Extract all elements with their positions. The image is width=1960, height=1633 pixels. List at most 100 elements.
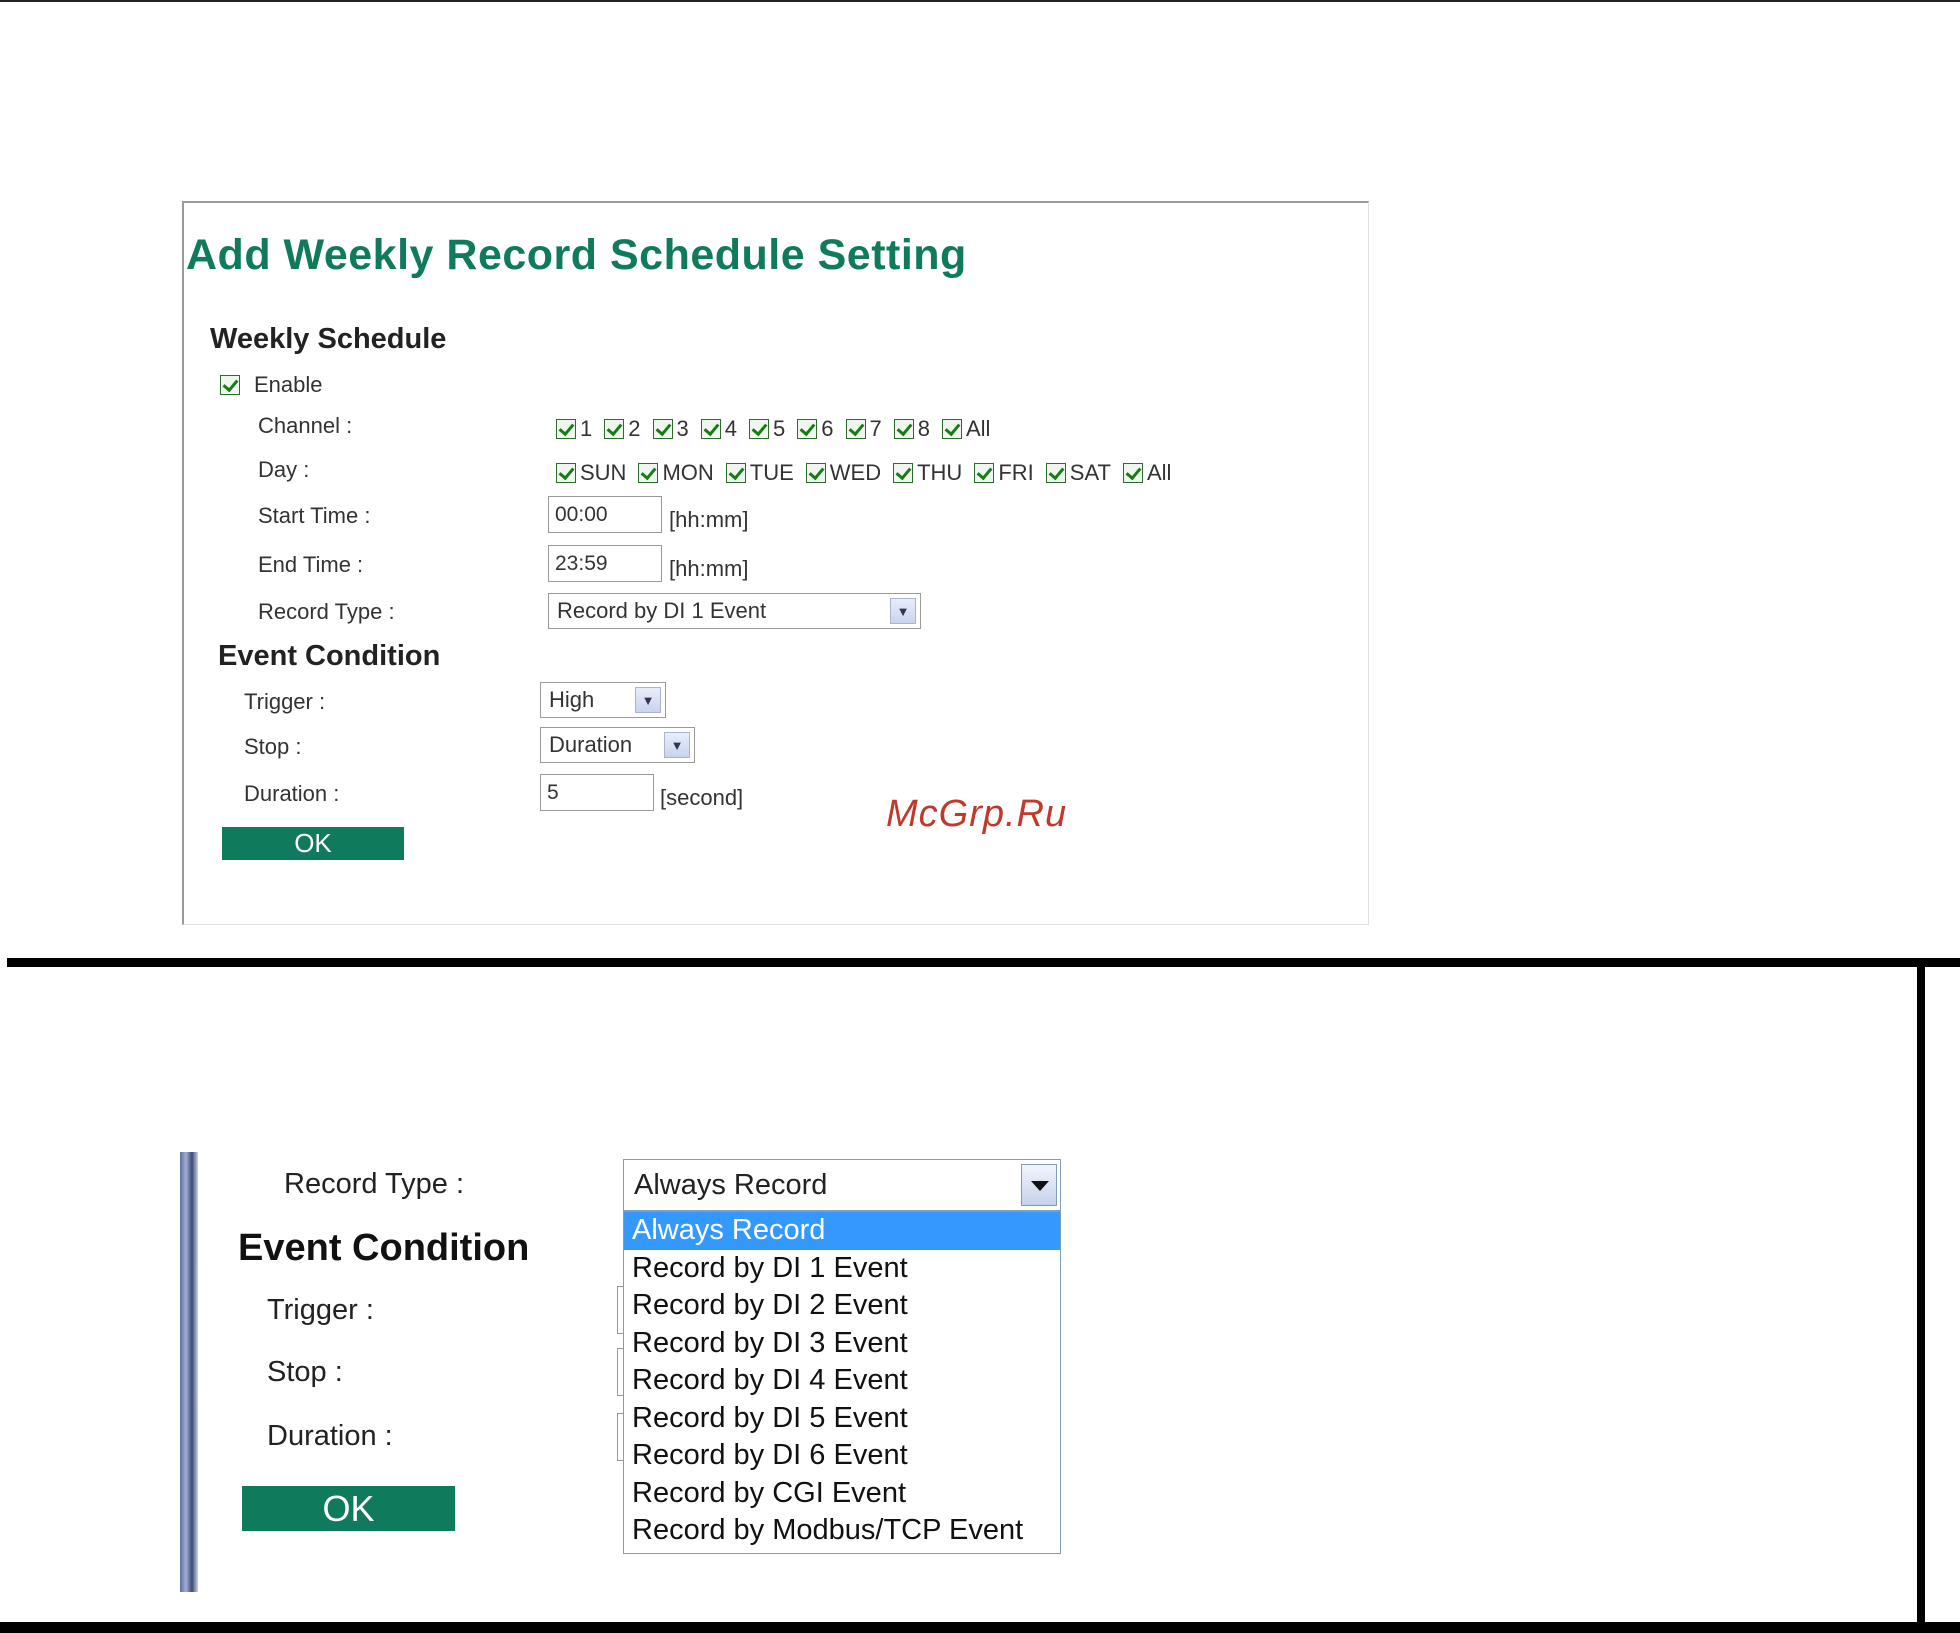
day-all-option[interactable]: All [1122, 460, 1172, 486]
record-type-selected: Always Record [634, 1168, 828, 1201]
chevron-down-icon[interactable]: ▼ [890, 598, 916, 624]
stop-value: Duration [549, 732, 633, 757]
record-type-select-open[interactable]: Always Record [623, 1159, 1061, 1211]
record-type-option[interactable]: Record by DI 6 Event [624, 1437, 1060, 1475]
end-time-input[interactable] [548, 545, 662, 582]
channel-3-option[interactable]: 3 [652, 416, 689, 442]
stop-label-zoom: Stop : [267, 1356, 343, 1388]
channel-1-option[interactable]: 1 [556, 416, 592, 442]
channel-all-option[interactable]: All [942, 416, 990, 442]
channel-checkbox[interactable] [797, 419, 818, 439]
day-checkbox[interactable] [556, 463, 576, 483]
day-sun-option[interactable]: SUN [556, 460, 626, 486]
day-wed-option[interactable]: WED [805, 460, 882, 486]
day-fri-option[interactable]: FRI [974, 460, 1034, 486]
day-label-text: TUE [749, 460, 794, 485]
trigger-select[interactable]: High ▼ [540, 682, 666, 718]
day-sat-option[interactable]: SAT [1045, 460, 1111, 486]
record-type-label: Record Type : [258, 599, 395, 624]
channel-7-option[interactable]: 7 [845, 416, 882, 442]
duration-unit: [second] [660, 785, 744, 810]
channel-6-option[interactable]: 6 [797, 416, 834, 442]
event-condition-heading-zoom: Event Condition [238, 1227, 530, 1269]
channel-label-text: 1 [580, 416, 593, 441]
day-checkbox[interactable] [638, 463, 659, 483]
channel-checkbox[interactable] [893, 419, 914, 439]
record-type-option[interactable]: Always Record [624, 1212, 1060, 1250]
channel-checkbox[interactable] [604, 419, 625, 439]
day-label: Day : [258, 457, 310, 482]
dropdown-arrow-icon[interactable] [1021, 1164, 1057, 1206]
record-type-option[interactable]: Record by DI 5 Event [624, 1400, 1060, 1438]
weekly-schedule-heading: Weekly Schedule [210, 323, 447, 355]
duration-input[interactable] [540, 774, 654, 811]
channel-checkbox[interactable] [845, 419, 866, 439]
channel-checkbox[interactable] [749, 419, 769, 439]
day-checkbox[interactable] [805, 463, 826, 483]
end-time-unit: [hh:mm] [669, 556, 749, 581]
channel-label-text: All [966, 416, 991, 441]
stop-select[interactable]: Duration ▼ [540, 727, 695, 763]
channel-checkboxes: 1 2 3 4 5 6 7 8 All [556, 416, 1002, 442]
day-checkbox[interactable] [725, 463, 746, 483]
enable-label: Enable [254, 372, 323, 397]
day-label-text: All [1146, 460, 1172, 485]
channel-label-text: 3 [676, 416, 689, 441]
channel-4-option[interactable]: 4 [700, 416, 737, 442]
day-label-text: WED [829, 460, 882, 485]
record-type-select[interactable]: Record by DI 1 Event ▼ [548, 593, 921, 629]
channel-checkbox[interactable] [942, 419, 962, 439]
page-title: Add Weekly Record Schedule Setting [186, 231, 967, 279]
stop-label: Stop : [244, 734, 302, 759]
start-time-label: Start Time : [258, 503, 371, 528]
end-time-label: End Time : [258, 552, 364, 577]
channel-checkbox[interactable] [556, 419, 576, 439]
chevron-down-icon[interactable]: ▼ [635, 687, 661, 713]
event-condition-heading: Event Condition [218, 640, 441, 672]
ok-button[interactable]: OK [222, 827, 404, 860]
channel-label-text: 2 [628, 416, 641, 441]
channel-label: Channel : [258, 413, 353, 438]
channel-label-text: 8 [917, 416, 930, 441]
record-type-option[interactable]: Record by CGI Event [624, 1475, 1060, 1513]
watermark: McGrp.Ru [886, 793, 1068, 835]
channel-label-text: 7 [869, 416, 882, 441]
day-mon-option[interactable]: MON [638, 460, 714, 486]
record-type-option[interactable]: Record by DI 1 Event [624, 1250, 1060, 1288]
day-checkbox[interactable] [893, 463, 914, 483]
channel-5-option[interactable]: 5 [749, 416, 785, 442]
day-thu-option[interactable]: THU [893, 460, 962, 486]
day-checkbox[interactable] [974, 463, 995, 483]
channel-label-text: 5 [773, 416, 786, 441]
separator-bar [7, 958, 1960, 967]
day-label-text: FRI [998, 460, 1034, 485]
enable-checkbox[interactable] [220, 375, 240, 395]
frame-right-bar [1917, 958, 1925, 1633]
record-type-value: Record by DI 1 Event [557, 598, 767, 623]
record-type-option[interactable]: Record by DI 4 Event [624, 1362, 1060, 1400]
record-type-options-list: Always Record Record by DI 1 Event Record … [623, 1211, 1061, 1554]
duration-label: Duration : [244, 781, 340, 806]
day-label-text: MON [662, 460, 714, 485]
record-type-option[interactable]: Record by DI 2 Event [624, 1287, 1060, 1325]
trigger-value: High [549, 687, 595, 712]
ok-button-zoom[interactable]: OK [242, 1486, 455, 1531]
record-type-option[interactable]: Record by Modbus/TCP Event [624, 1512, 1060, 1550]
channel-2-option[interactable]: 2 [604, 416, 641, 442]
channel-checkbox[interactable] [700, 419, 721, 439]
chevron-down-icon[interactable]: ▼ [664, 732, 690, 758]
duration-label-zoom: Duration : [267, 1420, 393, 1452]
channel-8-option[interactable]: 8 [893, 416, 930, 442]
channel-label-text: 4 [724, 416, 737, 441]
start-time-input[interactable] [548, 496, 662, 533]
frame-bottom-bar [0, 1622, 1960, 1633]
day-checkbox[interactable] [1122, 463, 1143, 483]
channel-checkbox[interactable] [652, 419, 673, 439]
day-label-text: THU [917, 460, 963, 485]
record-type-option[interactable]: Record by DI 3 Event [624, 1325, 1060, 1363]
day-tue-option[interactable]: TUE [725, 460, 794, 486]
day-checkbox[interactable] [1045, 463, 1066, 483]
trigger-label: Trigger : [244, 689, 326, 714]
start-time-unit: [hh:mm] [669, 507, 749, 532]
record-type-label-zoom: Record Type : [284, 1168, 465, 1200]
